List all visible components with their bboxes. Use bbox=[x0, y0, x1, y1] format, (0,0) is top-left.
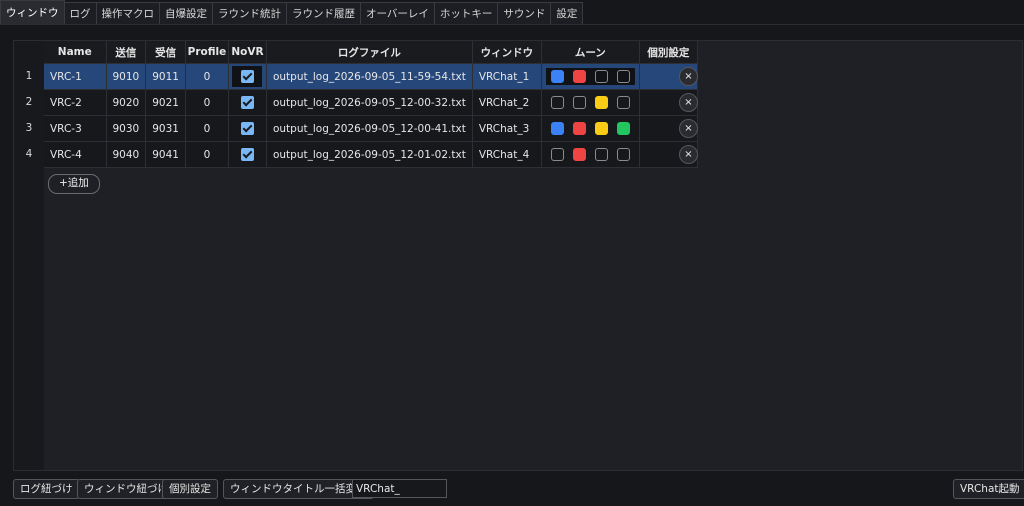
column-header-logfile[interactable]: ログファイル bbox=[266, 41, 473, 64]
cell-profile[interactable]: 0 bbox=[185, 63, 229, 90]
tab-log[interactable]: ログ bbox=[63, 2, 97, 24]
cell-recv[interactable]: 9041 bbox=[145, 141, 186, 168]
cell-recv[interactable]: 9021 bbox=[145, 89, 186, 116]
delete-row-button[interactable]: × bbox=[679, 145, 698, 164]
moon-blue-toggle[interactable] bbox=[550, 69, 564, 83]
tab-bar: ウィンドウ ログ 操作マクロ 自爆設定 ラウンド統計 ラウンド履歴 オーバーレイ… bbox=[0, 0, 1024, 25]
moon-red-toggle[interactable] bbox=[572, 121, 586, 135]
rename-all-titles-button[interactable]: ウィンドウタイトル一括変更 bbox=[223, 479, 374, 499]
cell-moon bbox=[541, 63, 640, 90]
column-header-name[interactable]: Name bbox=[44, 41, 107, 64]
add-row-button[interactable]: +追加 bbox=[48, 174, 100, 194]
delete-row-button[interactable]: × bbox=[679, 67, 698, 86]
column-header-recv[interactable]: 受信 bbox=[145, 41, 186, 64]
launch-vrchat-button[interactable]: VRChat起動 bbox=[953, 479, 1024, 499]
column-header-send[interactable]: 送信 bbox=[106, 41, 147, 64]
table-row[interactable]: VRC-2 9020 9021 0 output_log_2026-09-05_… bbox=[44, 89, 698, 116]
window-link-button[interactable]: ウィンドウ紐づけ bbox=[77, 479, 175, 499]
moon-green-toggle[interactable] bbox=[616, 121, 630, 135]
moon-blue-toggle[interactable] bbox=[550, 121, 564, 135]
log-link-button[interactable]: ログ紐づけ bbox=[13, 479, 80, 499]
row-number[interactable]: 4 bbox=[14, 142, 44, 167]
cell-profile[interactable]: 0 bbox=[185, 89, 229, 116]
row-number[interactable]: 1 bbox=[14, 64, 44, 89]
individual-settings-button[interactable]: 個別設定 bbox=[162, 479, 218, 499]
novr-checkbox[interactable] bbox=[240, 96, 254, 109]
cell-novr bbox=[228, 89, 267, 116]
tab-macro[interactable]: 操作マクロ bbox=[95, 2, 160, 24]
cell-moon bbox=[541, 115, 640, 142]
cell-recv[interactable]: 9031 bbox=[145, 115, 186, 142]
cell-window[interactable]: VRChat_2 bbox=[472, 89, 542, 116]
tab-round-stats[interactable]: ラウンド統計 bbox=[212, 2, 287, 24]
cell-logfile[interactable]: output_log_2026-09-05_11-59-54.txt bbox=[266, 63, 473, 90]
delete-row-button[interactable]: × bbox=[679, 93, 698, 112]
cell-send[interactable]: 9020 bbox=[106, 89, 147, 116]
cell-recv[interactable]: 9011 bbox=[145, 63, 186, 90]
moon-green-toggle[interactable] bbox=[616, 95, 630, 109]
moon-yellow-toggle[interactable] bbox=[594, 147, 608, 161]
cell-logfile[interactable]: output_log_2026-09-05_12-01-02.txt bbox=[266, 141, 473, 168]
window-title-input[interactable] bbox=[352, 479, 447, 498]
novr-checkbox[interactable] bbox=[240, 69, 254, 83]
column-header-individual[interactable]: 個別設定 bbox=[639, 41, 698, 64]
delete-row-button[interactable]: × bbox=[679, 119, 698, 138]
cell-profile[interactable]: 0 bbox=[185, 115, 229, 142]
moon-blue-toggle[interactable] bbox=[550, 147, 564, 161]
moon-yellow-toggle[interactable] bbox=[594, 95, 608, 109]
cell-profile[interactable]: 0 bbox=[185, 141, 229, 168]
cell-name[interactable]: VRC-2 bbox=[44, 89, 107, 116]
cell-send[interactable]: 9040 bbox=[106, 141, 147, 168]
moon-red-toggle[interactable] bbox=[572, 95, 586, 109]
cell-window[interactable]: VRChat_3 bbox=[472, 115, 542, 142]
tab-overlay[interactable]: オーバーレイ bbox=[360, 2, 435, 24]
moon-yellow-toggle[interactable] bbox=[594, 121, 608, 135]
column-header-novr[interactable]: NoVR bbox=[228, 41, 267, 64]
column-header-moon[interactable]: ムーン bbox=[541, 41, 640, 64]
tab-sound[interactable]: サウンド bbox=[497, 2, 552, 24]
cell-send[interactable]: 9030 bbox=[106, 115, 147, 142]
cell-logfile[interactable]: output_log_2026-09-05_12-00-41.txt bbox=[266, 115, 473, 142]
cell-name[interactable]: VRC-4 bbox=[44, 141, 107, 168]
row-number[interactable]: 3 bbox=[14, 116, 44, 141]
column-header-profile[interactable]: Profile bbox=[185, 41, 229, 64]
cell-name[interactable]: VRC-1 bbox=[44, 63, 107, 90]
window-table: Name 送信 受信 Profile NoVR ログファイル ウィンドウ ムーン… bbox=[44, 41, 698, 168]
moon-red-toggle[interactable] bbox=[572, 69, 586, 83]
row-number[interactable]: 2 bbox=[14, 90, 44, 115]
cell-moon bbox=[541, 89, 640, 116]
moon-red-toggle[interactable] bbox=[572, 147, 586, 161]
cell-name[interactable]: VRC-3 bbox=[44, 115, 107, 142]
table-row[interactable]: VRC-1 9010 9011 0 output_log_2026-09-05_… bbox=[44, 63, 698, 90]
cell-logfile[interactable]: output_log_2026-09-05_12-00-32.txt bbox=[266, 89, 473, 116]
tab-self-destruct[interactable]: 自爆設定 bbox=[159, 2, 213, 24]
cell-novr bbox=[228, 63, 267, 90]
cell-novr bbox=[228, 115, 267, 142]
cell-send[interactable]: 9010 bbox=[106, 63, 147, 90]
cell-window[interactable]: VRChat_1 bbox=[472, 63, 542, 90]
moon-yellow-toggle[interactable] bbox=[594, 69, 608, 83]
cell-moon bbox=[541, 141, 640, 168]
tab-hotkey[interactable]: ホットキー bbox=[433, 2, 499, 24]
table-row[interactable]: VRC-4 9040 9041 0 output_log_2026-09-05_… bbox=[44, 141, 698, 168]
tab-settings[interactable]: 設定 bbox=[550, 2, 584, 24]
column-header-window[interactable]: ウィンドウ bbox=[472, 41, 542, 64]
tab-round-history[interactable]: ラウンド履歴 bbox=[286, 2, 361, 24]
window-grid: 1 2 3 4 Name 送信 受信 Profile NoVR ログファイル ウ… bbox=[13, 40, 1023, 471]
tab-window[interactable]: ウィンドウ bbox=[0, 0, 65, 24]
novr-checkbox[interactable] bbox=[240, 148, 254, 161]
novr-checkbox[interactable] bbox=[240, 122, 254, 135]
moon-green-toggle[interactable] bbox=[616, 69, 630, 83]
table-row[interactable]: VRC-3 9030 9031 0 output_log_2026-09-05_… bbox=[44, 115, 698, 142]
moon-blue-toggle[interactable] bbox=[550, 95, 564, 109]
cell-novr bbox=[228, 141, 267, 168]
moon-green-toggle[interactable] bbox=[616, 147, 630, 161]
cell-window[interactable]: VRChat_4 bbox=[472, 141, 542, 168]
